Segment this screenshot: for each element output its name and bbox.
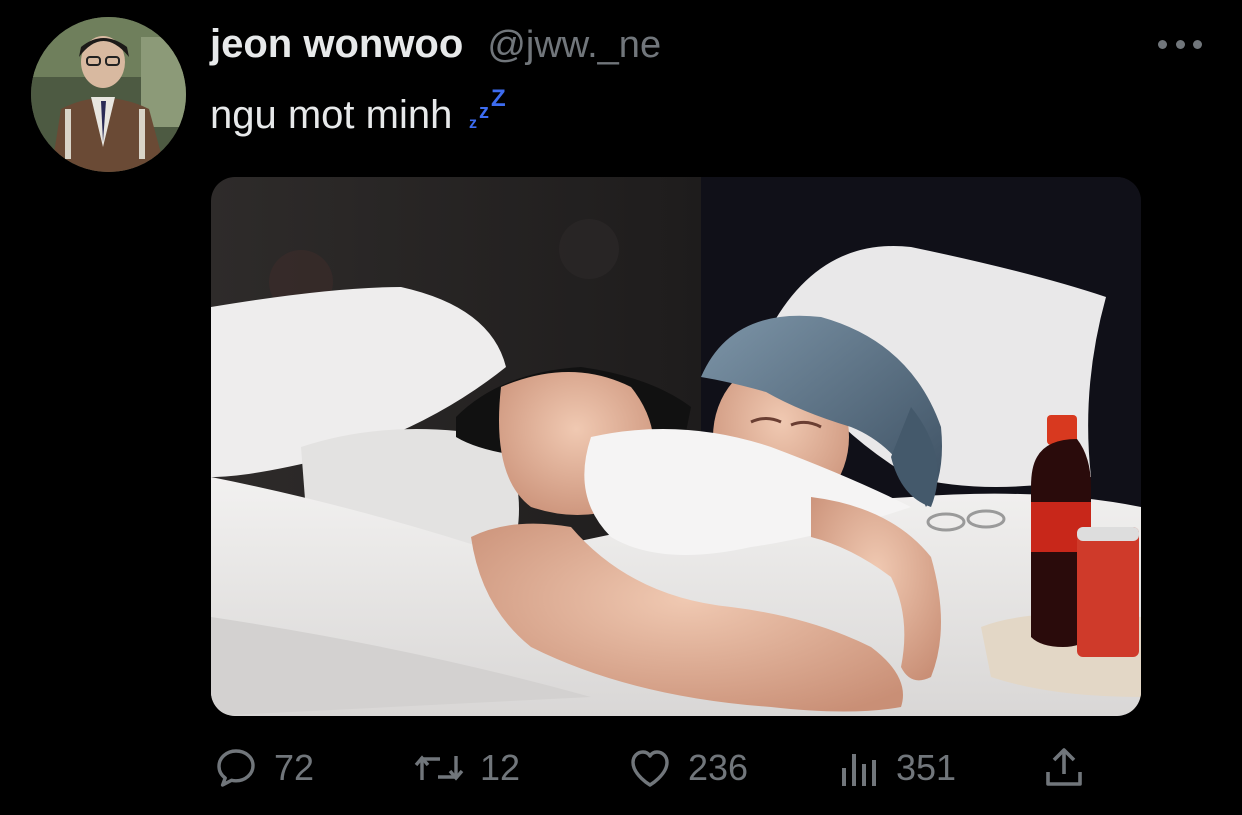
tweet-card: jeon wonwoo @jww._ne ngu mot minh z z Z — [0, 0, 1242, 815]
tweet-header: jeon wonwoo @jww._ne — [210, 22, 661, 67]
views-chart-icon — [842, 754, 876, 786]
more-dot — [1158, 39, 1167, 49]
tweet-body: ngu mot minh — [210, 93, 453, 137]
views-count: 351 — [896, 747, 957, 788]
more-dot — [1175, 39, 1185, 49]
more-options-icon[interactable] — [1158, 30, 1202, 58]
views-button[interactable]: 351 — [834, 742, 956, 794]
svg-text:z: z — [479, 101, 489, 123]
more-dot — [1193, 39, 1202, 49]
tweet-action-bar: 72 12 236 351 — [212, 742, 1092, 794]
svg-text:Z: Z — [491, 88, 506, 112]
retweet-icon — [414, 755, 464, 781]
author-avatar[interactable] — [31, 17, 186, 172]
heart-icon — [631, 750, 669, 787]
tweet-text: ngu mot minh z z Z — [210, 88, 511, 138]
like-button[interactable]: 236 — [626, 742, 748, 794]
svg-text:z: z — [469, 115, 477, 132]
retweet-button[interactable]: 12 — [412, 742, 520, 794]
zzz-icon: z z Z — [469, 88, 511, 132]
author-display-name[interactable]: jeon wonwoo — [210, 22, 463, 67]
reply-count: 72 — [274, 747, 315, 788]
photo-image — [211, 177, 1141, 716]
avatar-image — [31, 17, 186, 172]
reply-button[interactable]: 72 — [212, 742, 314, 794]
like-count: 236 — [688, 747, 749, 788]
share-button[interactable] — [1040, 742, 1088, 794]
tweet-media-photo[interactable] — [211, 177, 1141, 716]
reply-icon — [217, 749, 255, 787]
share-icon — [1046, 748, 1082, 786]
author-handle[interactable]: @jww._ne — [487, 24, 661, 67]
retweet-count: 12 — [480, 747, 521, 788]
